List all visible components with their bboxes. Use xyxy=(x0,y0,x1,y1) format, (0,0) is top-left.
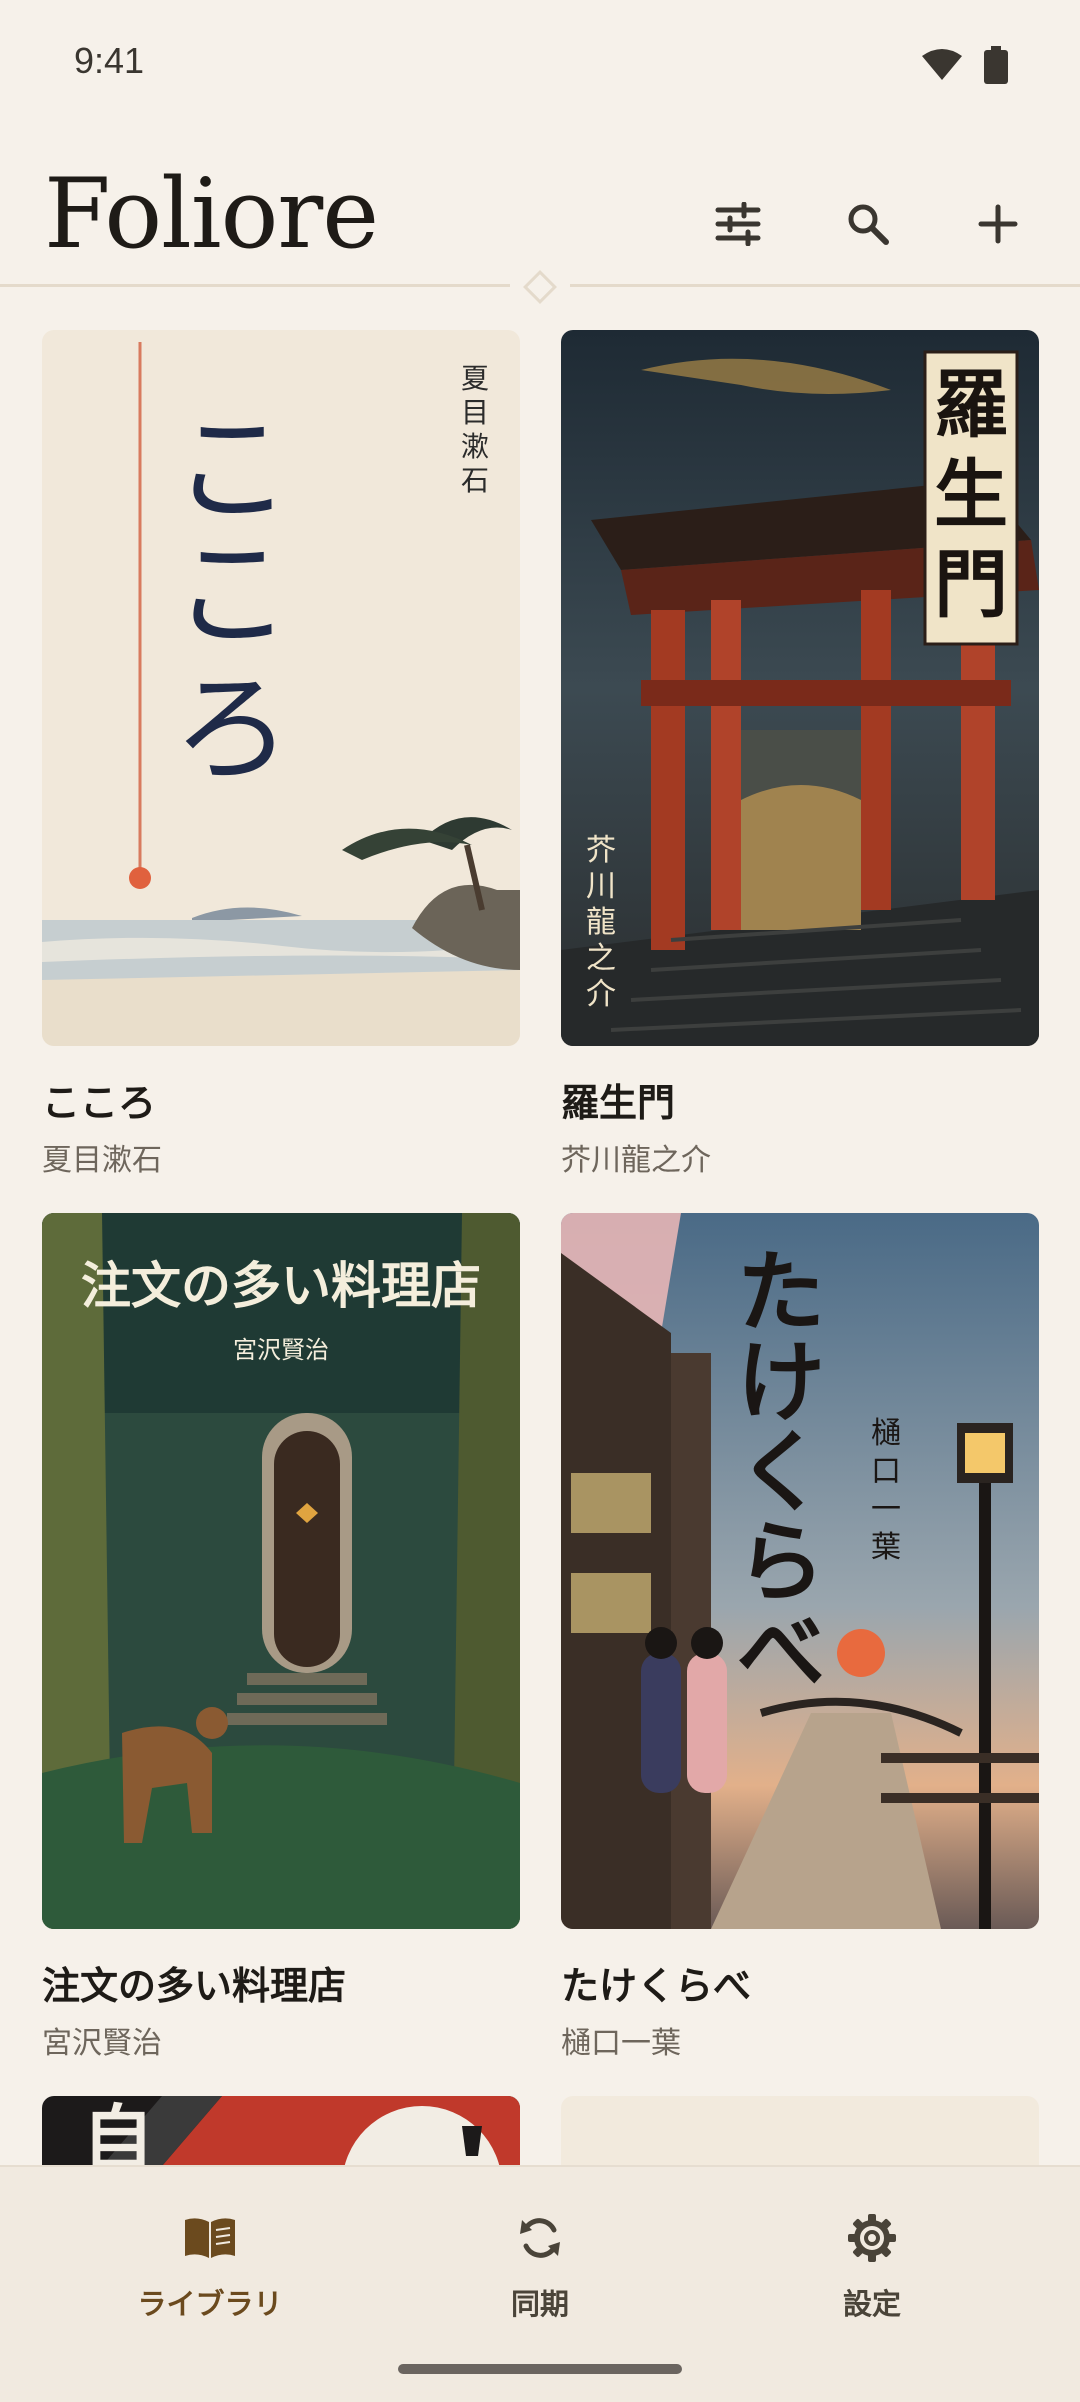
nav-settings-label: 設定 xyxy=(842,2287,901,2321)
cover-title-char: べ xyxy=(737,1600,825,1704)
cover-title-char: こ xyxy=(173,525,291,663)
filter-icon xyxy=(715,202,761,246)
app-title: Foliore xyxy=(44,158,379,270)
add-icon xyxy=(978,204,1018,244)
svg-text:芥: 芥 xyxy=(586,833,616,868)
cover-title-char: た xyxy=(737,1240,825,1344)
book-title: こころ xyxy=(42,1081,157,1125)
cover-title-char: く xyxy=(737,1420,825,1524)
book-card[interactable]: 自 xyxy=(42,2096,520,2166)
nav-sync[interactable]: 同期 xyxy=(420,2207,660,2323)
status-bar: 9:41 xyxy=(0,0,1080,130)
header-divider-right xyxy=(570,284,1080,287)
cover-author: 宮沢賢治 xyxy=(233,1336,329,1364)
book-card[interactable]: こ こ ろ 夏 目 漱 石 こころ 夏目漱石 xyxy=(42,330,520,1179)
svg-text:一: 一 xyxy=(871,1492,901,1527)
book-cover[interactable]: 自 xyxy=(42,2096,520,2166)
cover-title-char: け xyxy=(737,1330,825,1434)
cover-title: 注文の多い料理店 xyxy=(81,1257,481,1315)
book-author: 芥川龍之介 xyxy=(561,1143,711,1178)
cover-title: 自 xyxy=(82,2096,154,2166)
book-author: 夏目漱石 xyxy=(42,1143,162,1178)
svg-text:夏: 夏 xyxy=(461,362,489,395)
svg-text:樋: 樋 xyxy=(871,1416,901,1451)
svg-text:漱: 漱 xyxy=(461,430,489,463)
book-cover[interactable] xyxy=(561,2096,1039,2166)
cover-title-char: 生 xyxy=(934,452,1008,538)
book-cover[interactable]: こ こ ろ 夏 目 漱 石 xyxy=(42,330,520,1046)
book-author: 宮沢賢治 xyxy=(42,2026,162,2061)
svg-text:口: 口 xyxy=(871,1454,901,1489)
wifi-icon xyxy=(922,49,962,80)
svg-text:石: 石 xyxy=(461,464,489,497)
app-bar: Foliore xyxy=(0,130,1080,285)
search-button[interactable] xyxy=(816,172,920,276)
svg-text:川: 川 xyxy=(586,869,616,904)
cover-title-char: 門 xyxy=(934,542,1008,628)
status-time: 9:41 xyxy=(74,40,145,81)
header-divider-left xyxy=(0,284,510,287)
svg-text:龍: 龍 xyxy=(586,905,616,940)
svg-text:之: 之 xyxy=(586,941,616,976)
book-cover[interactable]: 注文の多い料理店 宮沢賢治 xyxy=(42,1213,520,1929)
book-card[interactable]: た け く ら べ 樋 口 一 葉 たけくらべ 樋口一葉 xyxy=(561,1213,1039,2062)
filter-button[interactable] xyxy=(686,172,790,276)
nav-settings[interactable]: 設定 xyxy=(752,2207,992,2323)
book-card[interactable]: 羅 生 門 芥 川 龍 之 介 羅生門 芥川龍之介 xyxy=(561,330,1039,1179)
nav-library[interactable]: ライブラリ xyxy=(90,2207,330,2323)
battery-icon xyxy=(984,46,1008,84)
book-cover[interactable]: 羅 生 門 芥 川 龍 之 介 xyxy=(561,330,1039,1046)
book-cover[interactable]: た け く ら べ 樋 口 一 葉 xyxy=(561,1213,1039,1929)
svg-text:介: 介 xyxy=(586,977,616,1012)
nav-library-label: ライブラリ xyxy=(137,2287,283,2321)
book-title: 羅生門 xyxy=(561,1081,676,1125)
book-card[interactable] xyxy=(561,2096,1039,2166)
book-card[interactable]: 注文の多い料理店 宮沢賢治 注文の多い料理店 宮沢賢治 xyxy=(42,1213,520,2062)
gear-icon xyxy=(848,2214,896,2262)
app-actions xyxy=(686,172,1050,276)
cover-title-char: ら xyxy=(737,1510,825,1614)
status-icons xyxy=(922,46,1008,84)
book-title: たけくらべ xyxy=(561,1964,752,2008)
search-icon xyxy=(848,204,889,245)
add-button[interactable] xyxy=(946,172,1050,276)
cover-title-char: こ xyxy=(173,400,291,538)
cover-title-char: 羅 xyxy=(934,362,1008,448)
nav-sync-label: 同期 xyxy=(510,2287,569,2321)
sync-icon xyxy=(520,2218,560,2258)
svg-text:葉: 葉 xyxy=(871,1530,901,1565)
svg-text:目: 目 xyxy=(461,396,489,429)
book-author: 樋口一葉 xyxy=(561,2026,681,2061)
home-indicator[interactable] xyxy=(398,2364,682,2374)
book-title: 注文の多い料理店 xyxy=(42,1964,347,2008)
cover-title-char: ろ xyxy=(173,660,291,798)
book-icon xyxy=(185,2218,235,2258)
